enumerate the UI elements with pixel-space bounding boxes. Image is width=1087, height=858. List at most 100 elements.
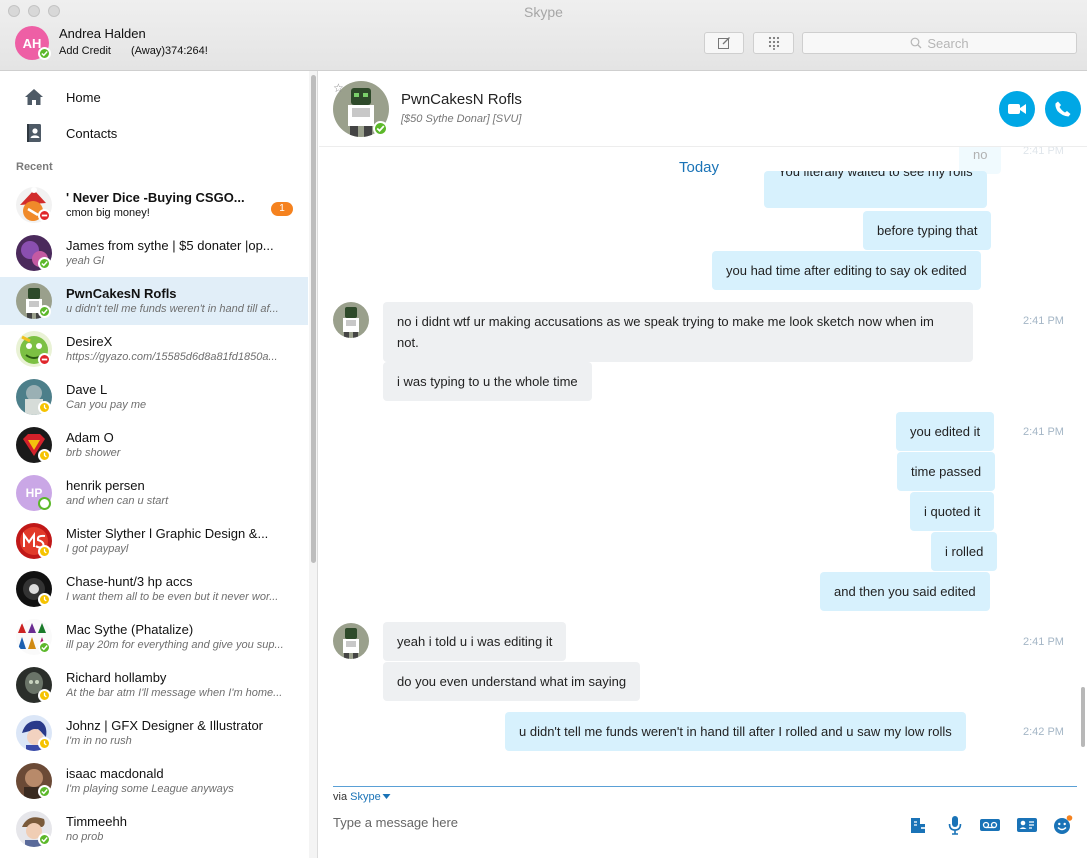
- contact-item-mac-sythe[interactable]: Mac Sythe (Phatalize) ill pay 20m for ev…: [0, 613, 308, 661]
- message-bubble[interactable]: i rolled: [931, 532, 998, 571]
- emoticon-button[interactable]: [1052, 814, 1074, 836]
- microphone-icon: [948, 816, 962, 835]
- date-divider: Today: [678, 159, 720, 176]
- message-bubble[interactable]: i was typing to u the whole time: [383, 362, 592, 401]
- message-bubble[interactable]: you edited it: [896, 412, 995, 451]
- status-away-icon: [38, 593, 51, 606]
- contact-item-richard-hollamby[interactable]: Richard hollamby At the bar atm I'll mes…: [0, 661, 308, 709]
- send-contact-button[interactable]: [1016, 814, 1038, 836]
- dialpad-icon: [768, 36, 779, 50]
- audio-call-button[interactable]: [1045, 91, 1081, 127]
- contact-name: Dave L: [66, 382, 108, 397]
- contact-last-message: yeah Gl: [66, 255, 104, 267]
- my-initials: AH: [22, 35, 42, 51]
- video-call-button[interactable]: [999, 91, 1035, 127]
- favorite-star-icon[interactable]: ☆: [333, 81, 344, 95]
- my-status-online-icon: [38, 47, 51, 60]
- conversation-mood: [$50 Sythe Donar] [SVU]: [401, 113, 522, 125]
- contact-last-message: Can you pay me: [66, 399, 147, 411]
- contact-last-message: I'm in no rush: [66, 735, 132, 747]
- message-bubble[interactable]: yeah i told u i was editing it: [383, 622, 567, 661]
- via-skype-dropdown[interactable]: Skype: [350, 791, 391, 803]
- status-busy-icon: [38, 353, 51, 366]
- contact-item-james-from-sythe[interactable]: James from sythe | $5 donater |op... yea…: [0, 229, 308, 277]
- contact-name: henrik persen: [66, 478, 145, 493]
- via-selector[interactable]: via Skype: [333, 791, 391, 803]
- contact-last-message: ill pay 20m for everything and give you …: [66, 639, 284, 651]
- video-message-icon: [980, 819, 1000, 831]
- contact-name: DesireX: [66, 334, 113, 349]
- contact-last-message: u didn't tell me funds weren't in hand t…: [66, 303, 279, 315]
- contact-item-never-dice[interactable]: ' Never Dice -Buying CSGO... cmon big mo…: [0, 181, 308, 229]
- sidebar-scrollbar[interactable]: [309, 71, 317, 858]
- message-scroll-thumb[interactable]: [1081, 687, 1085, 747]
- message-timestamp: 2:42 PM: [1023, 726, 1064, 738]
- message-bubble[interactable]: i quoted it: [910, 492, 995, 531]
- my-name[interactable]: Andrea Halden: [59, 26, 146, 41]
- compose-icon: [718, 37, 730, 49]
- file-transfer-icon: [911, 818, 925, 833]
- home-icon: [25, 89, 43, 105]
- contact-item-timmeehh[interactable]: Timmeehh no prob: [0, 805, 308, 853]
- contacts-label: Contacts: [66, 126, 118, 141]
- message-bubble-partial: You literally waited to see my rolls: [764, 171, 987, 208]
- sidebar-scroll-thumb[interactable]: [311, 75, 316, 563]
- message-bubble[interactable]: u didn't tell me funds weren't in hand t…: [505, 712, 966, 751]
- via-label: via: [333, 791, 348, 803]
- message-timestamp-faded: 2:41 PM: [1023, 147, 1064, 157]
- message-bubble[interactable]: before typing that: [863, 211, 992, 250]
- contact-item-pwncakesn-rofls[interactable]: PwnCakesN Rofls u didn't tell me funds w…: [0, 277, 308, 325]
- contact-item-isaac-macdonald[interactable]: isaac macdonald I'm playing some League …: [0, 757, 308, 805]
- status-away-icon: [38, 689, 51, 702]
- contact-name: Adam O: [66, 430, 114, 445]
- contact-item-johnz[interactable]: Johnz | GFX Designer & Illustrator I'm i…: [0, 709, 308, 757]
- send-file-button[interactable]: [907, 814, 929, 836]
- contacts-book-icon: [27, 124, 41, 142]
- contact-item-chase-hunt[interactable]: Chase-hunt/3 hp accs I want them all to …: [0, 565, 308, 613]
- status-online-icon: [38, 305, 51, 318]
- add-credit-link[interactable]: Add Credit: [59, 45, 111, 57]
- smiley-icon: [1054, 815, 1073, 834]
- sender-avatar[interactable]: [333, 623, 369, 659]
- contact-name: PwnCakesN Rofls: [66, 286, 177, 301]
- conversation-title[interactable]: PwnCakesN Rofls: [401, 91, 522, 108]
- contact-last-message: https://gyazo.com/15585d6d8a81fd1850a...: [66, 351, 278, 363]
- sidebar-item-contacts[interactable]: Contacts: [0, 117, 308, 149]
- contact-name: isaac macdonald: [66, 766, 164, 781]
- video-camera-icon: [1008, 104, 1026, 114]
- my-mood-message[interactable]: (Away)374:264!: [131, 45, 208, 57]
- message-composer: via Skype: [319, 786, 1087, 858]
- sender-avatar[interactable]: [333, 302, 369, 338]
- message-bubble[interactable]: you had time after editing to say ok edi…: [712, 251, 981, 290]
- dial-pad-button[interactable]: [753, 32, 794, 54]
- contact-item-mister-slyther[interactable]: Mister Slyther l Graphic Design &... I g…: [0, 517, 308, 565]
- message-bubble[interactable]: no i didnt wtf ur making accusations as …: [383, 302, 973, 362]
- phone-icon: [1055, 101, 1071, 117]
- message-bubble[interactable]: time passed: [897, 452, 996, 491]
- contact-item-dave-l[interactable]: Dave L Can you pay me: [0, 373, 308, 421]
- message-input[interactable]: [333, 812, 893, 832]
- contact-last-message: and when can u start: [66, 495, 169, 507]
- contact-name: Mister Slyther l Graphic Design &...: [66, 526, 269, 541]
- message-scrollbar[interactable]: [1079, 147, 1087, 787]
- status-online-icon: [38, 641, 51, 654]
- new-conversation-button[interactable]: [704, 32, 744, 54]
- status-offline-icon: [38, 497, 51, 510]
- message-timestamp: 2:41 PM: [1023, 426, 1064, 438]
- contact-last-message: no prob: [66, 831, 104, 843]
- conversation-status-online-icon: [373, 121, 388, 136]
- video-message-button[interactable]: [979, 814, 1001, 836]
- message-bubble[interactable]: do you even understand what im saying: [383, 662, 641, 701]
- contact-card-icon: [1017, 818, 1037, 832]
- home-label: Home: [66, 90, 101, 105]
- sidebar-item-home[interactable]: Home: [0, 81, 308, 113]
- contact-item-adam-o[interactable]: Adam O brb shower: [0, 421, 308, 469]
- recent-section-label: Recent: [16, 161, 53, 173]
- message-bubble[interactable]: and then you said edited: [820, 572, 990, 611]
- status-online-icon: [38, 785, 51, 798]
- voice-message-button[interactable]: [944, 814, 966, 836]
- contact-item-desirex[interactable]: DesireX https://gyazo.com/15585d6d8a81fd…: [0, 325, 308, 373]
- contact-name: Richard hollamby: [66, 670, 167, 685]
- search-input[interactable]: Search: [802, 32, 1077, 54]
- contact-item-henrik-persen[interactable]: HP henrik persen and when can u start: [0, 469, 308, 517]
